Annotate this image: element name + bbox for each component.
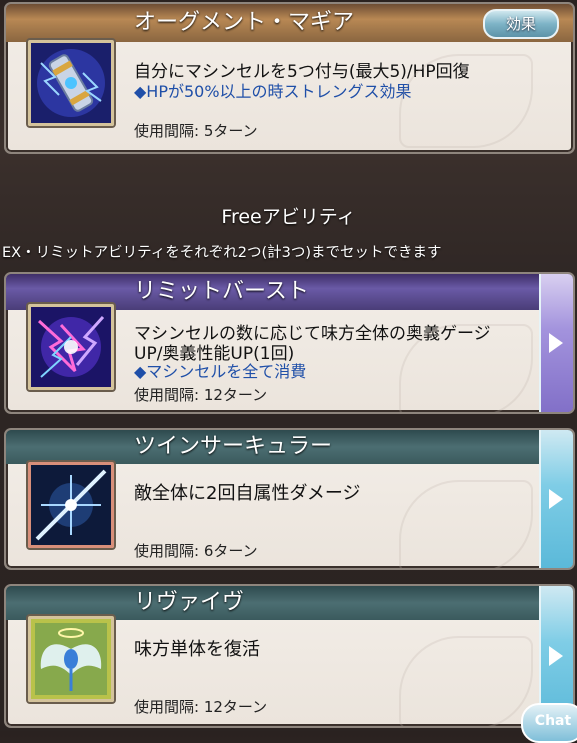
ability-cooldown: 使用間隔: 6ターン (134, 542, 258, 560)
skill-description: 自分にマシンセルを5つ付与(最大5)/HP回復 (134, 62, 470, 82)
ability-name: リヴァイヴ (134, 590, 245, 615)
chevron-right-icon[interactable] (539, 274, 573, 412)
light-slash-icon (28, 462, 114, 548)
skill-note: ◆HPが50%以上の時ストレングス効果 (134, 82, 412, 101)
ability-note: ◆マシンセルを全て消費 (134, 362, 307, 381)
angel-revive-icon (28, 616, 114, 702)
ability-card-revive[interactable]: リヴァイヴ 味方単体を復活 使用間隔: 12ターン (4, 584, 575, 728)
ability-description-line1: マシンセルの数に応じて味方全体の奥義ゲージ (134, 324, 491, 344)
section-subtitle: EX・リミットアビリティをそれぞれ2つ(計3つ)までセットできます (2, 245, 442, 261)
ability-name: ツインサーキュラー (134, 434, 333, 459)
ability-description: 敵全体に2回自属性ダメージ (134, 483, 361, 504)
skill-name: オーグメント・マギア (134, 10, 355, 35)
ability-cooldown: 使用間隔: 12ターン (134, 698, 268, 716)
lightning-burst-icon (28, 304, 114, 390)
ability-header: リヴァイヴ (6, 586, 573, 620)
ability-card-limit-burst[interactable]: リミットバースト マシンセルの数に応じて味方全体の奥義ゲージ UP/奥義性能UP… (4, 272, 575, 414)
ability-header: ツインサーキュラー (6, 430, 573, 464)
effect-button[interactable]: 効果 (483, 9, 559, 39)
ability-card-twin-circular[interactable]: ツインサーキュラー 敵全体に2回自属性ダメージ 使用間隔: 6ターン (4, 428, 575, 570)
ability-description-line2: UP/奥義性能UP(1回) (134, 344, 295, 364)
chat-button[interactable]: Chat (521, 703, 577, 743)
chevron-right-icon[interactable] (539, 430, 573, 568)
ability-description: 味方単体を復活 (134, 639, 260, 660)
skill-card-augment-magia: オーグメント・マギア 効果 自分にマシンセルを5つ付与(最大5)/HP回復 ◆H… (4, 2, 575, 154)
section-title: Freeアビリティ (221, 206, 356, 228)
ability-cooldown: 使用間隔: 12ターン (134, 386, 268, 404)
ability-name: リミットバースト (134, 279, 309, 304)
magic-cylinder-icon (28, 40, 114, 126)
skill-cooldown: 使用間隔: 5ターン (134, 122, 258, 140)
